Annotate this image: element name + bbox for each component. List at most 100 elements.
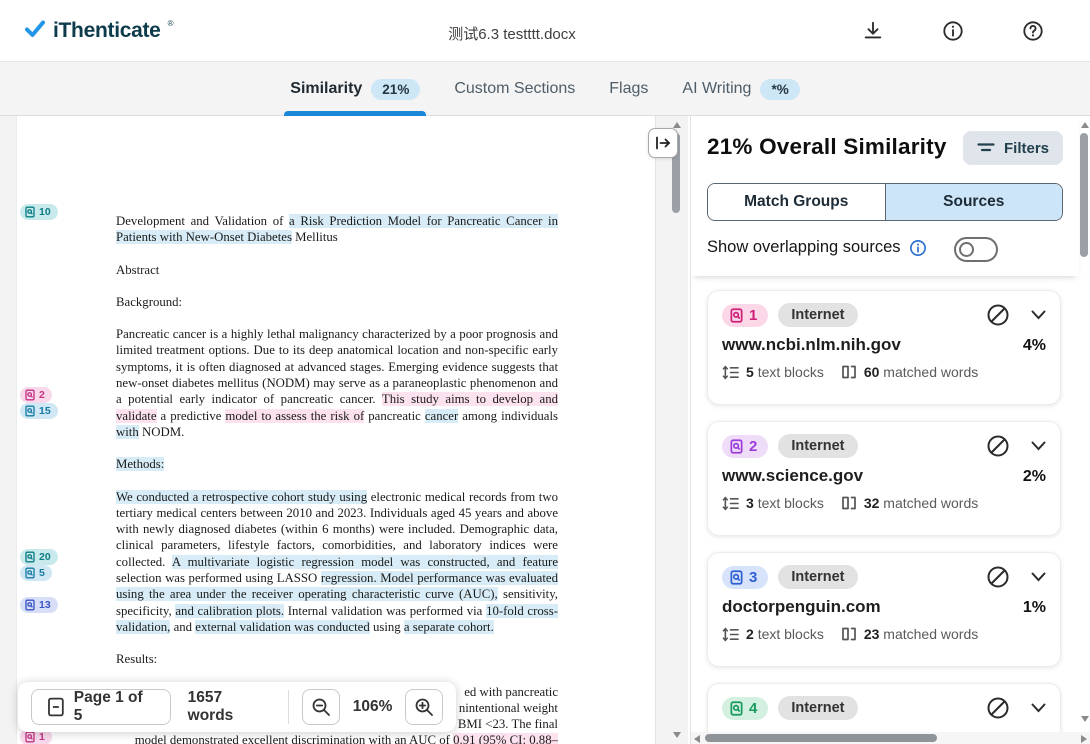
source-card[interactable]: 2 Internet www.science.gov 2% 3 text blo… [707,421,1061,536]
exclude-source-icon[interactable] [986,696,1010,720]
tab-ai-writing[interactable]: AI Writing *% [682,62,800,116]
source-doc-icon [730,438,743,454]
plain-text: Development and Validation of [116,214,289,228]
matched-words-meta: 60 matched words [841,364,978,380]
highlighted-match-text[interactable]: 0.91 (95% CI: 0.88– [453,733,558,744]
page-icon [48,697,64,717]
match-marker[interactable]: 2 [20,387,52,403]
matched-words-icon [841,496,856,510]
footer-divider [288,690,290,724]
text-blocks-meta: 5 text blocks [722,364,824,380]
chevron-down-icon[interactable] [1031,703,1046,713]
match-doc-icon [25,731,35,743]
match-marker[interactable]: 5 [20,565,52,581]
document-paragraph: Development and Validation of a Risk Pre… [116,213,559,246]
source-doc-icon [730,700,743,716]
zoom-in-button[interactable] [405,689,443,725]
expand-panel-button[interactable] [648,128,678,158]
plain-text: using [369,619,404,634]
document-footer-bar: Page 1 of 5 1657 words 106% [18,682,456,732]
panel-scrollbar-thumb[interactable] [1080,133,1088,257]
highlighted-match-text[interactable]: Methods: [116,457,165,472]
highlighted-match-text[interactable]: with [116,424,139,439]
match-marker[interactable]: 20 [20,549,58,565]
match-doc-icon [25,551,35,563]
tab-custom-sections[interactable]: Custom Sections [454,62,575,116]
document-paragraph: We conducted a retrospective cohort stud… [116,489,559,636]
document-paragraph: Pancreatic cancer is a highly lethal mal… [116,326,559,440]
ai-writing-percent-badge: *% [760,78,800,100]
match-marker-number: 20 [39,551,51,563]
page-selector-button[interactable]: Page 1 of 5 [31,689,171,725]
match-marker-number: 1 [39,731,45,743]
plain-text: nintentional weight [458,700,558,715]
highlighted-match-text[interactable]: We conducted a retrospective cohort stud… [116,489,368,504]
zoom-level: 106% [352,698,393,715]
panel-header: 21% Overall Similarity Filters Match Gro… [691,116,1079,276]
document-paragraph: Abstract [116,262,558,278]
match-doc-icon [25,206,35,218]
zoom-out-button[interactable] [302,689,340,725]
text-blocks-icon [722,627,739,641]
exclude-source-icon[interactable] [986,434,1010,458]
tab-similarity[interactable]: Similarity 21% [284,62,427,116]
plain-text: Background: [116,294,183,309]
source-number: 2 [749,437,758,455]
panel-scrollbar[interactable] [1078,116,1090,744]
panel-scroll-down-arrow[interactable] [1081,716,1089,722]
document-scrollbar[interactable] [670,116,683,744]
highlighted-match-text[interactable]: a separate cohort. [403,619,494,634]
download-icon[interactable] [862,20,884,42]
match-doc-icon [25,389,35,401]
source-domain: doctorpenguin.com [722,597,881,616]
exclude-source-icon[interactable] [986,303,1010,327]
sources-tab[interactable]: Sources [884,184,1062,220]
panel-scroll-up-arrow[interactable] [1081,122,1089,128]
tab-ai-writing-label: AI Writing [682,80,752,97]
panel-horizontal-scrollbar[interactable] [691,732,1090,744]
match-marker[interactable]: 13 [20,597,58,613]
plain-text: Abstract [116,262,160,277]
panel-horizontal-scrollbar-thumb[interactable] [705,734,937,742]
source-domain: www.science.gov [722,466,864,485]
match-doc-icon [25,599,35,611]
tab-flags[interactable]: Flags [609,62,648,116]
filters-button[interactable]: Filters [963,131,1063,165]
source-card[interactable]: 3 Internet doctorpenguin.com 1% 2 text b… [707,552,1061,667]
highlighted-match-text[interactable]: A multivariate logistic regression model… [171,554,559,569]
match-marker-number: 10 [39,206,51,218]
highlighted-match-text[interactable]: model to assess the risk of [225,408,365,423]
source-doc-icon [730,307,743,323]
view-mode-segmented-control: Match Groups Sources [707,183,1063,221]
match-doc-icon [25,405,35,417]
filters-label: Filters [1003,139,1049,157]
similarity-percent-badge: 21% [371,78,421,100]
scroll-up-arrow[interactable] [673,122,681,128]
chevron-down-icon[interactable] [1031,572,1046,582]
text-blocks-meta: 3 text blocks [722,495,824,511]
match-marker[interactable]: 15 [20,403,58,419]
match-marker[interactable]: 10 [20,204,58,220]
source-card[interactable]: 1 Internet www.ncbi.nlm.nih.gov 4% 5 tex… [707,290,1061,405]
match-marker-number: 2 [39,389,45,401]
help-icon[interactable] [1022,20,1044,42]
match-groups-tab[interactable]: Match Groups [708,184,885,220]
panel-scroll-left-arrow[interactable] [694,735,700,743]
highlighted-match-text[interactable]: and calibration plots. [175,603,285,618]
highlighted-match-text[interactable]: cancer [424,408,459,423]
chevron-down-icon[interactable] [1031,310,1046,320]
plain-text: selection was performed using LASSO [116,571,321,586]
logo-check-icon [25,20,45,37]
overlapping-sources-toggle[interactable] [954,237,998,262]
exclude-source-icon[interactable] [986,565,1010,589]
info-icon[interactable] [942,20,964,42]
chevron-down-icon[interactable] [1031,441,1046,451]
panel-scroll-right-arrow[interactable] [1081,735,1087,743]
plain-text: NODM. [138,424,185,439]
highlighted-match-text[interactable]: external validation was conducted [195,619,370,634]
text-blocks-icon [722,365,739,379]
scroll-down-arrow[interactable] [673,732,681,738]
source-percent: 1% [1022,599,1046,616]
overlap-info-icon[interactable] [909,239,927,257]
plain-text: and [170,619,196,634]
